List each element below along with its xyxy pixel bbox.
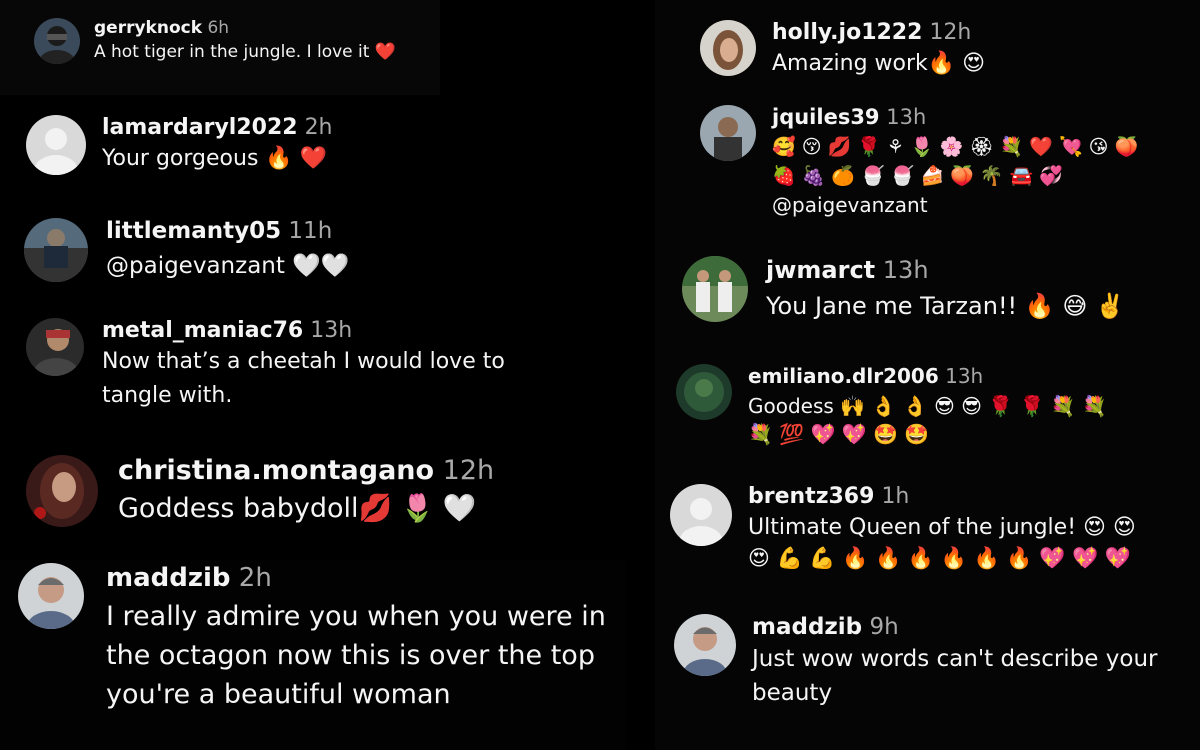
comment-text: You Jane me Tarzan!! 🔥 😅 ✌️ bbox=[766, 292, 1125, 320]
avatar[interactable] bbox=[26, 455, 98, 527]
timestamp: 6h bbox=[207, 18, 230, 38]
avatar[interactable] bbox=[26, 115, 86, 175]
username[interactable]: jwmarct bbox=[766, 256, 875, 284]
comment-text: Ultimate Queen of the jungle! 😍 😍 bbox=[748, 515, 1136, 540]
avatar[interactable] bbox=[676, 364, 732, 420]
timestamp: 1h bbox=[881, 484, 910, 509]
username[interactable]: littlemanty05 bbox=[106, 218, 281, 244]
avatar[interactable] bbox=[34, 18, 80, 64]
comment-littlemanty05: littlemanty05 11h @paigevanzant 🤍🤍 bbox=[24, 218, 349, 282]
username[interactable]: metal_maniac76 bbox=[102, 318, 303, 343]
comment-text-line2: 🍓 🍇 🍊 🍧 🍧 🍰 🍑 🌴 🚘 💞 bbox=[772, 165, 1063, 187]
timestamp: 9h bbox=[869, 614, 899, 640]
avatar[interactable] bbox=[26, 318, 84, 376]
comment-metal-maniac76: metal_maniac76 13h Now that’s a cheetah … bbox=[26, 318, 542, 413]
comment-text: A hot tiger in the jungle. I love it ❤️ bbox=[94, 42, 396, 62]
comment-gerryknock: gerryknock 6h A hot tiger in the jungle.… bbox=[34, 18, 396, 64]
comment-emiliano-dlr2006: emiliano.dlr2006 13h Goodess 🙌 👌 👌 😎 😎 🌹… bbox=[676, 364, 1107, 446]
avatar[interactable] bbox=[682, 256, 748, 322]
username[interactable]: holly.jo1222 bbox=[772, 20, 922, 45]
timestamp: 13h bbox=[882, 256, 929, 284]
username[interactable]: gerryknock bbox=[94, 18, 202, 38]
timestamp: 2h bbox=[238, 563, 272, 593]
comment-jwmarct: jwmarct 13h You Jane me Tarzan!! 🔥 😅 ✌️ bbox=[682, 256, 1125, 322]
username[interactable]: maddzib bbox=[106, 563, 231, 593]
comment-jquiles39: jquiles39 13h 🥰 😚 💋 🌹 ⚘ 🌷 🌸 🏵 💐 ❤️ 💘 😘 🍑… bbox=[700, 105, 1138, 217]
username[interactable]: christina.montagano bbox=[118, 455, 434, 486]
avatar[interactable] bbox=[670, 484, 732, 546]
comment-text: @paigevanzant 🤍🤍 bbox=[106, 253, 350, 279]
avatar[interactable] bbox=[18, 563, 84, 629]
comment-text: Goddess babydoll💋 🌷 🤍 bbox=[118, 493, 477, 524]
comment-text: Your gorgeous 🔥 ❤️ bbox=[102, 146, 328, 171]
comment-lamardaryl2022: lamardaryl2022 2h Your gorgeous 🔥 ❤️ bbox=[26, 115, 333, 175]
username[interactable]: maddzib bbox=[752, 614, 862, 640]
avatar[interactable] bbox=[24, 218, 88, 282]
avatar[interactable] bbox=[700, 105, 756, 161]
username[interactable]: jquiles39 bbox=[772, 105, 880, 129]
username[interactable]: brentz369 bbox=[748, 484, 874, 509]
timestamp: 13h bbox=[945, 364, 984, 388]
comment-maddzib-right: maddzib 9h Just wow words can't describe… bbox=[674, 614, 1200, 710]
comment-christina-montagano: christina.montagano 12h Goddess babydoll… bbox=[26, 455, 494, 527]
avatar[interactable] bbox=[674, 614, 736, 676]
comment-text: Just wow words can't describe your beaut… bbox=[752, 646, 1158, 706]
mention[interactable]: @paigevanzant bbox=[772, 193, 1138, 217]
comment-text: I really admire you when you were in the… bbox=[106, 601, 606, 710]
comment-maddzib-left: maddzib 2h I really admire you when you … bbox=[18, 563, 626, 714]
timestamp: 11h bbox=[288, 218, 333, 244]
timestamp: 12h bbox=[929, 20, 972, 45]
comment-text: 🥰 😚 💋 🌹 ⚘ 🌷 🌸 🏵 💐 ❤️ 💘 😘 🍑 bbox=[772, 136, 1139, 158]
timestamp: 12h bbox=[442, 455, 495, 486]
comment-text-line2: 💐 💯 💖 💖 🤩 🤩 bbox=[748, 422, 930, 446]
avatar[interactable] bbox=[700, 20, 756, 76]
comment-text: Now that’s a cheetah I would love to tan… bbox=[102, 349, 505, 408]
username[interactable]: emiliano.dlr2006 bbox=[748, 364, 939, 388]
timestamp: 13h bbox=[886, 105, 927, 129]
timestamp: 13h bbox=[310, 318, 353, 343]
username[interactable]: lamardaryl2022 bbox=[102, 115, 298, 140]
comment-text: Amazing work🔥 😍 bbox=[772, 51, 986, 76]
comment-text: Goodess 🙌 👌 👌 😎 😎 🌹 🌹 💐 💐 bbox=[748, 394, 1108, 418]
comment-text-line2: 😍 💪 💪 🔥 🔥 🔥 🔥 🔥 🔥 💖 💖 💖 bbox=[748, 546, 1131, 570]
comment-holly-jo1222: holly.jo1222 12h Amazing work🔥 😍 bbox=[700, 20, 985, 76]
timestamp: 2h bbox=[304, 115, 333, 140]
comment-brentz369: brentz369 1h Ultimate Queen of the jungl… bbox=[670, 484, 1136, 571]
